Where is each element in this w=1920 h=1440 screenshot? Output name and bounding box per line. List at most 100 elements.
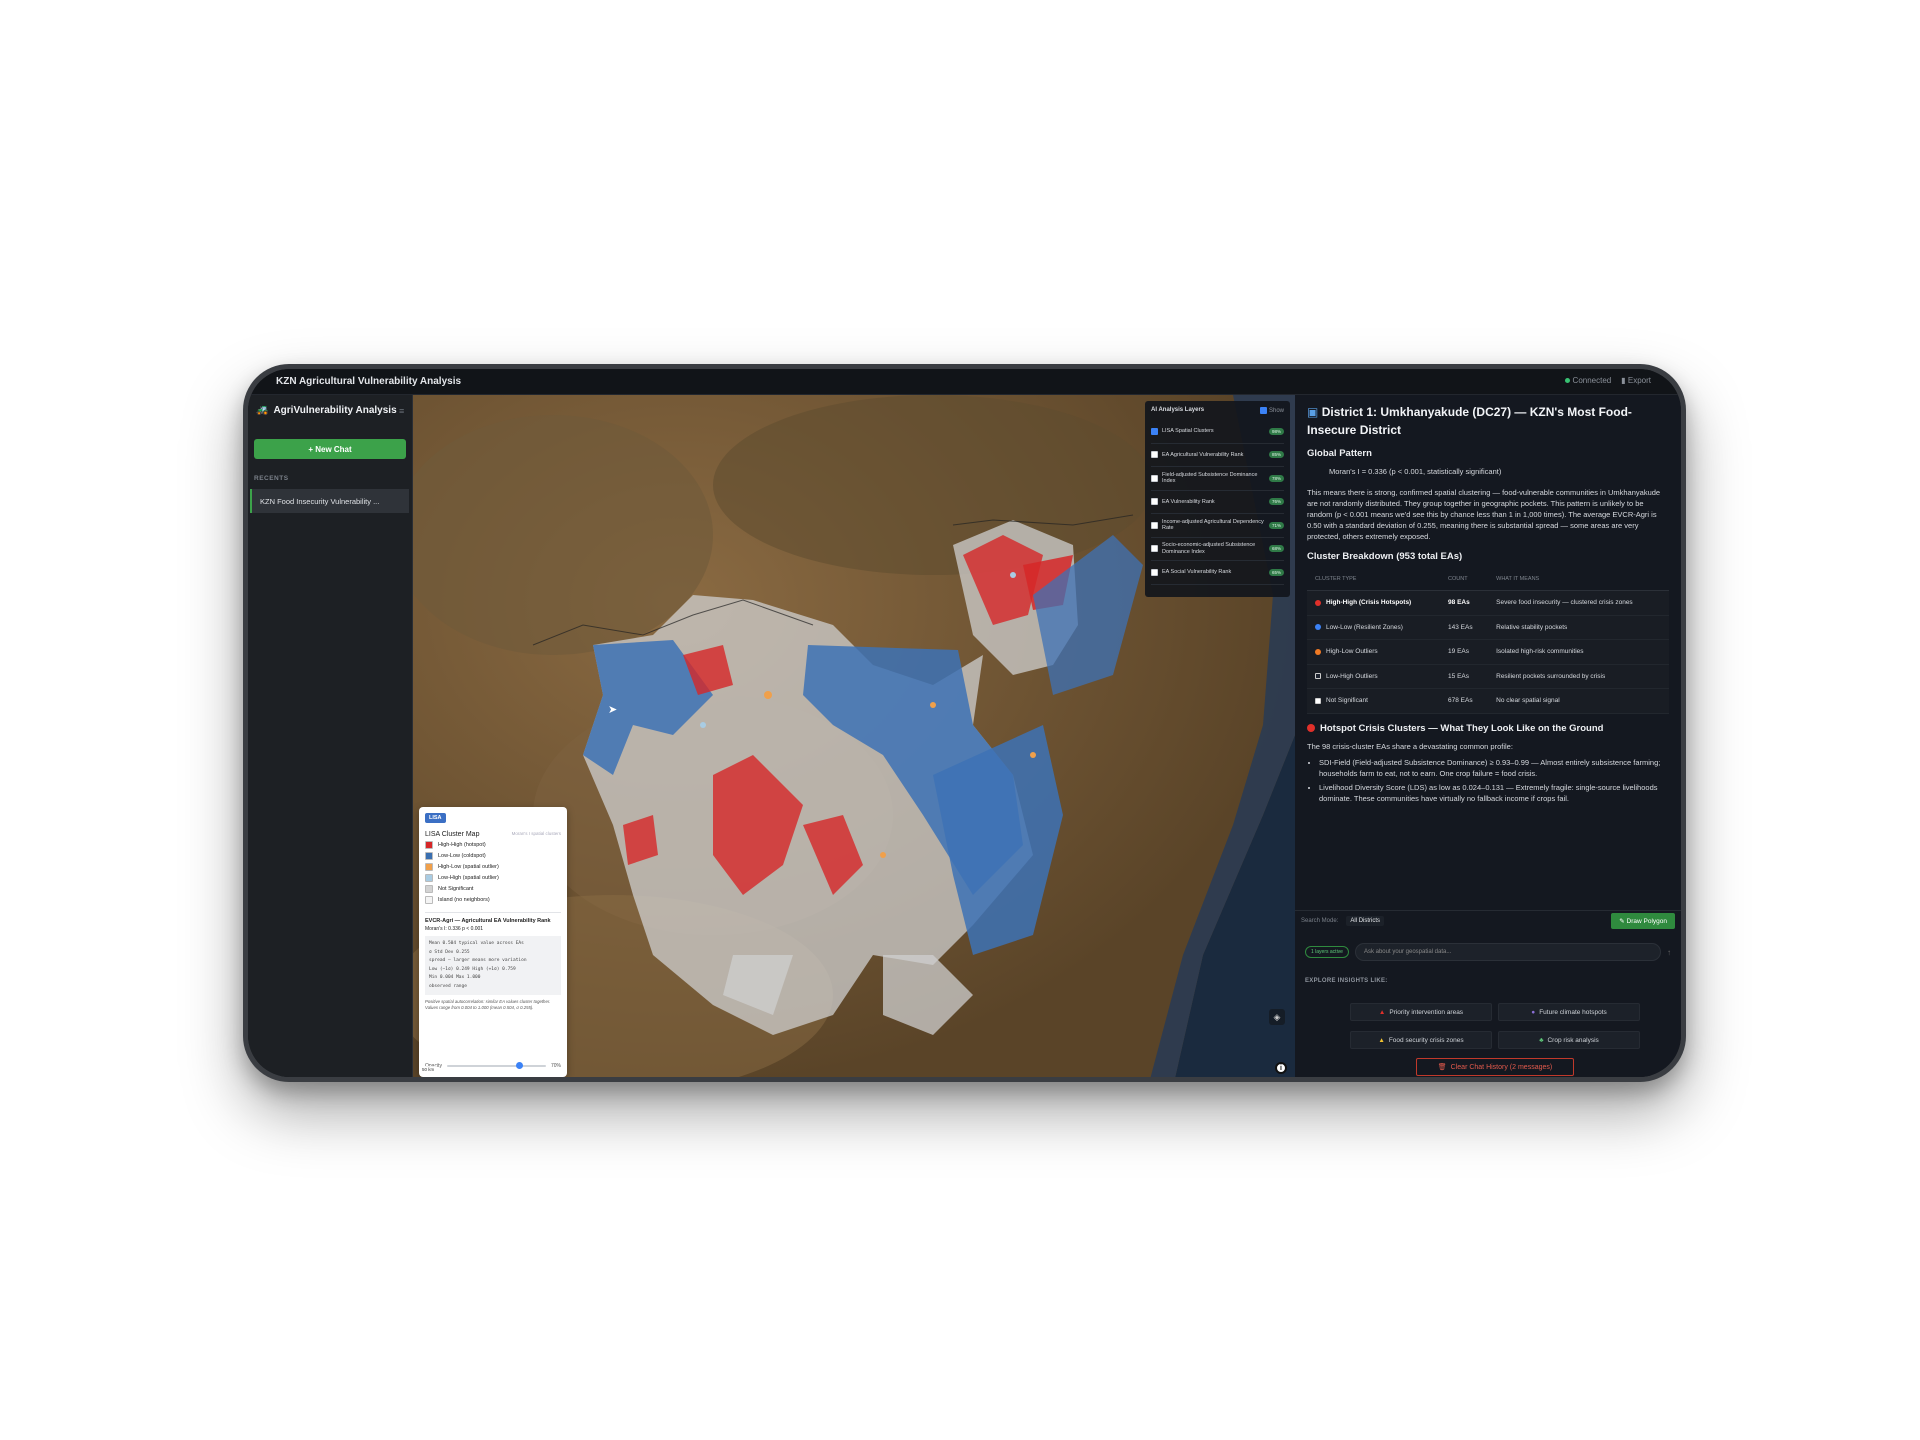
info-icon[interactable]: i: [1275, 1062, 1287, 1074]
list-item: Agricultural Dependency Rate (ADR-NLI) =…: [1319, 807, 1669, 808]
status-dot-icon: [1564, 378, 1570, 383]
legend-items: High-High (hotspot) Low-Low (coldspot) H…: [425, 841, 561, 904]
chat-panel: ▣ District 1: Umkhanyakude (DC27) — KZN'…: [1295, 395, 1681, 1077]
stat-line: Low (−1σ) 0.249 High (+1σ) 0.759: [429, 966, 516, 972]
legend-subtitle: Moran's I spatial clusters: [511, 831, 561, 836]
hotspot-heading-text: Hotspot Crisis Clusters — What They Look…: [1320, 722, 1604, 734]
cluster-type-cell: High-Low Outliers: [1307, 639, 1441, 665]
legend-item-label: Low-High (spatial outlier): [438, 875, 499, 881]
cluster-color-icon: [1315, 648, 1321, 655]
layer-row[interactable]: Field-adjusted Subsistence Dominance Ind…: [1151, 467, 1284, 491]
send-icon[interactable]: ↑: [1667, 948, 1671, 957]
cluster-color-icon: [1315, 697, 1321, 704]
insight-crop-risk[interactable]: ♣ Crop risk analysis: [1498, 1031, 1640, 1049]
search-mode-select[interactable]: All Districts: [1346, 915, 1385, 926]
cluster-meaning-cell: Relative stability pockets: [1488, 615, 1669, 640]
cluster-type-cell: Not Significant: [1307, 688, 1441, 714]
legend-title-row: LISA Cluster Map Moran's I spatial clust…: [425, 831, 561, 838]
legend-swatch: [425, 852, 433, 860]
chat-input[interactable]: Ask about your geospatial data...: [1354, 943, 1661, 961]
hotspot-heading: Hotspot Crisis Clusters — What They Look…: [1307, 723, 1669, 734]
analysis-layers-panel: AI Analysis Layers Show LISA Spatial Clu…: [1145, 401, 1290, 597]
layer-checkbox[interactable]: [1151, 498, 1158, 506]
clear-history-button[interactable]: 🗑 Clear Chat History (2 messages): [1416, 1058, 1574, 1076]
connection-status: Connected: [1564, 376, 1612, 385]
recent-chat-item[interactable]: KZN Food Insecurity Vulnerability ...: [250, 489, 409, 513]
insight-food-security[interactable]: ▲ Food security crisis zones: [1350, 1031, 1492, 1049]
layer-checkbox[interactable]: [1151, 545, 1158, 553]
layer-row[interactable]: LISA Spatial Clusters 98%: [1151, 420, 1284, 444]
chat-input-row: 1 layers active Ask about your geospatia…: [1305, 943, 1671, 961]
opacity-slider-handle[interactable]: [516, 1062, 524, 1069]
layer-row[interactable]: EA Agricultural Vulnerability Rank 85%: [1151, 444, 1284, 467]
table-row: Low-Low (Resilient Zones) 143 EAs Relati…: [1307, 615, 1669, 640]
explore-label: EXPLORE INSIGHTS LIKE:: [1305, 978, 1388, 984]
legend-swatch: [425, 885, 433, 893]
table-row: High-Low Outliers 19 EAs Isolated high-r…: [1307, 639, 1669, 665]
layer-checkbox[interactable]: [1151, 427, 1158, 435]
insight-future-climate[interactable]: ● Future climate hotspots: [1498, 1003, 1640, 1021]
opacity-slider[interactable]: [446, 1062, 546, 1069]
window-title: KZN Agricultural Vulnerability Analysis: [276, 376, 462, 387]
layer-checkbox[interactable]: [1151, 521, 1158, 529]
col-count: COUNT: [1440, 569, 1489, 591]
layer-relevance-badge: 78%: [1268, 474, 1284, 482]
legend-item: High-Low (spatial outlier): [425, 863, 561, 871]
show-checkbox[interactable]: [1259, 407, 1267, 414]
list-item: SDI-Field (Field-adjusted Subsistence Do…: [1319, 757, 1669, 779]
new-chat-button[interactable]: + New Chat: [254, 439, 406, 459]
table-row: Not Significant 678 EAs No clear spatial…: [1307, 688, 1669, 714]
layer-checkbox[interactable]: [1151, 568, 1158, 576]
cluster-count-cell: 15 EAs: [1440, 664, 1489, 689]
layer-list: LISA Spatial Clusters 98% EA Agricultura…: [1151, 420, 1284, 585]
lisa-legend-panel: LISA LISA Cluster Map Moran's I spatial …: [419, 807, 567, 1077]
hotspot-bullets: SDI-Field (Field-adjusted Subsistence Do…: [1319, 757, 1669, 808]
chat-message: ▣ District 1: Umkhanyakude (DC27) — KZN'…: [1307, 401, 1669, 807]
sidebar-collapse-icon[interactable]: ≡: [399, 406, 404, 416]
cluster-meaning-cell: No clear spatial signal: [1488, 688, 1669, 714]
scale-bar: 50 km: [419, 1066, 438, 1073]
morans-readout: Moran's I: 0.336 p < 0.001: [425, 926, 484, 932]
show-toggle[interactable]: Show: [1259, 407, 1284, 414]
device-frame: KZN Agricultural Vulnerability Analysis …: [243, 364, 1686, 1082]
cluster-type-label: High-High (Crisis Hotspots): [1326, 599, 1412, 607]
layer-row[interactable]: EA Vulnerability Rank 76%: [1151, 491, 1284, 514]
pattern-paragraph: This means there is strong, confirmed sp…: [1307, 488, 1661, 541]
map-view[interactable]: ➤ AI Analysis Layers Show LISA Spatial C…: [413, 395, 1295, 1077]
cluster-meaning-cell: Isolated high-risk communities: [1488, 639, 1669, 665]
layers-toggle-icon[interactable]: ◈: [1269, 1009, 1285, 1025]
layer-row[interactable]: Socio-economic-adjusted Subsistence Domi…: [1151, 538, 1284, 561]
layers-active-badge[interactable]: 1 layers active: [1305, 946, 1349, 958]
layer-label: EA Agricultural Vulnerability Rank: [1162, 451, 1244, 458]
layer-label: LISA Spatial Clusters: [1162, 428, 1214, 434]
legend-swatch: [425, 841, 433, 849]
cluster-type-cell: High-High (Crisis Hotspots): [1307, 590, 1441, 616]
trash-icon: 🗑: [1437, 1064, 1447, 1071]
global-pattern-heading: Global Pattern: [1307, 448, 1372, 459]
layer-relevance-badge: 65%: [1268, 568, 1284, 576]
cluster-type-label: High-Low Outliers: [1326, 648, 1378, 656]
stat-line: Mean 0.504 typical value across EAs: [429, 941, 524, 946]
cluster-type-cell: Low-Low (Resilient Zones): [1307, 615, 1441, 640]
brand: 🚜 AgriVulnerability Analysis ≡: [256, 405, 404, 416]
legend-title: LISA Cluster Map: [425, 831, 480, 838]
insight-priority-intervention[interactable]: ▲ Priority intervention areas: [1350, 1003, 1492, 1021]
morans-line: Moran's I = 0.336 (p < 0.001, statistica…: [1329, 467, 1502, 476]
layer-label: EA Social Vulnerability Rank: [1162, 569, 1232, 575]
draw-polygon-button[interactable]: ✎ Draw Polygon: [1611, 913, 1675, 929]
cluster-type-label: Low-High Outliers: [1326, 672, 1378, 680]
cluster-count-cell: 98 EAs: [1440, 590, 1489, 616]
window-titlebar: KZN Agricultural Vulnerability Analysis …: [248, 369, 1681, 395]
export-button[interactable]: ▮ Export: [1621, 376, 1651, 385]
layer-checkbox[interactable]: [1151, 451, 1158, 459]
layer-relevance-badge: 76%: [1268, 498, 1284, 506]
caution-icon: ▲: [1378, 1036, 1385, 1044]
legend-swatch: [425, 896, 433, 904]
show-label: Show: [1268, 407, 1284, 414]
layer-row[interactable]: EA Social Vulnerability Rank 65%: [1151, 561, 1284, 585]
layer-relevance-badge: 71%: [1268, 521, 1284, 529]
connection-status-label: Connected: [1572, 376, 1612, 385]
lisa-badge: LISA: [425, 813, 446, 823]
layer-row[interactable]: Income-adjusted Agricultural Dependency …: [1151, 514, 1284, 538]
layer-checkbox[interactable]: [1151, 474, 1158, 482]
